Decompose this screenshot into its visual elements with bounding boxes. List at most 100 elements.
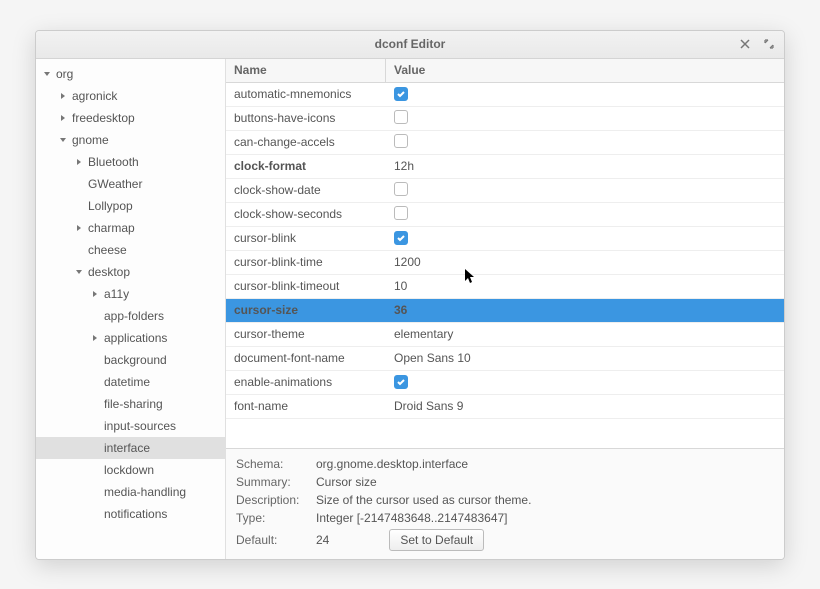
titlebar: dconf Editor: [36, 31, 784, 59]
setting-name: clock-format: [226, 159, 386, 173]
setting-row-cursor-blink-timeout[interactable]: cursor-blink-timeout10: [226, 275, 784, 299]
checkbox-unchecked-icon[interactable]: [394, 206, 408, 220]
setting-row-cursor-theme[interactable]: cursor-themeelementary: [226, 323, 784, 347]
setting-row-clock-show-date[interactable]: clock-show-date: [226, 179, 784, 203]
setting-row-automatic-mnemonics[interactable]: automatic-mnemonics: [226, 83, 784, 107]
tree-item-agronick[interactable]: agronick: [36, 85, 225, 107]
tree-item-label: interface: [104, 441, 150, 455]
chevron-right-icon[interactable]: [74, 223, 84, 233]
default-value: 24 Set to Default: [316, 529, 774, 551]
tree-item-media-handling[interactable]: media-handling: [36, 481, 225, 503]
tree-item-label: gnome: [72, 133, 109, 147]
tree-item-desktop[interactable]: desktop: [36, 261, 225, 283]
tree-item-gweather[interactable]: GWeather: [36, 173, 225, 195]
tree-item-org[interactable]: org: [36, 63, 225, 85]
tree-item-file-sharing[interactable]: file-sharing: [36, 393, 225, 415]
set-to-default-button[interactable]: Set to Default: [389, 529, 484, 551]
tree-item-lollypop[interactable]: Lollypop: [36, 195, 225, 217]
setting-value[interactable]: elementary: [386, 327, 784, 341]
column-header-name[interactable]: Name: [226, 59, 386, 82]
setting-row-clock-format[interactable]: clock-format12h: [226, 155, 784, 179]
window-title: dconf Editor: [375, 37, 446, 51]
summary-label: Summary:: [236, 475, 316, 489]
tree-item-lockdown[interactable]: lockdown: [36, 459, 225, 481]
setting-row-cursor-blink-time[interactable]: cursor-blink-time1200: [226, 251, 784, 275]
spacer-icon: [90, 399, 100, 409]
window-controls: [738, 37, 776, 51]
chevron-right-icon[interactable]: [90, 333, 100, 343]
chevron-right-icon[interactable]: [74, 157, 84, 167]
setting-row-can-change-accels[interactable]: can-change-accels: [226, 131, 784, 155]
tree-item-input-sources[interactable]: input-sources: [36, 415, 225, 437]
tree-item-cheese[interactable]: cheese: [36, 239, 225, 261]
checkbox-checked-icon[interactable]: [394, 375, 408, 389]
setting-value[interactable]: [386, 182, 784, 199]
checkbox-checked-icon[interactable]: [394, 231, 408, 245]
spacer-icon: [90, 355, 100, 365]
tree-item-label: Lollypop: [88, 199, 133, 213]
close-icon[interactable]: [738, 37, 752, 51]
chevron-right-icon[interactable]: [90, 289, 100, 299]
checkbox-checked-icon[interactable]: [394, 87, 408, 101]
spacer-icon: [90, 465, 100, 475]
setting-row-buttons-have-icons[interactable]: buttons-have-icons: [226, 107, 784, 131]
setting-row-cursor-blink[interactable]: cursor-blink: [226, 227, 784, 251]
setting-name: clock-show-date: [226, 183, 386, 197]
setting-value[interactable]: [386, 134, 784, 151]
chevron-down-icon[interactable]: [58, 135, 68, 145]
tree-item-datetime[interactable]: datetime: [36, 371, 225, 393]
spacer-icon: [90, 377, 100, 387]
setting-value[interactable]: 36: [386, 303, 784, 317]
chevron-down-icon[interactable]: [74, 267, 84, 277]
tree-item-background[interactable]: background: [36, 349, 225, 371]
setting-value[interactable]: [386, 206, 784, 223]
chevron-right-icon[interactable]: [58, 91, 68, 101]
checkbox-unchecked-icon[interactable]: [394, 182, 408, 196]
tree-item-label: Bluetooth: [88, 155, 139, 169]
spacer-icon: [74, 179, 84, 189]
main-panel: Name Value automatic-mnemonicsbuttons-ha…: [226, 59, 784, 559]
setting-value[interactable]: 10: [386, 279, 784, 293]
setting-row-clock-show-seconds[interactable]: clock-show-seconds: [226, 203, 784, 227]
tree-item-gnome[interactable]: gnome: [36, 129, 225, 151]
setting-value[interactable]: 12h: [386, 159, 784, 173]
setting-value[interactable]: Droid Sans 9: [386, 399, 784, 413]
setting-value[interactable]: [386, 87, 784, 102]
tree-item-notifications[interactable]: notifications: [36, 503, 225, 525]
tree-item-label: input-sources: [104, 419, 176, 433]
setting-value[interactable]: [386, 231, 784, 246]
setting-name: clock-show-seconds: [226, 207, 386, 221]
sidebar[interactable]: org agronick freedesktop gnome Bluetooth GWea…: [36, 59, 226, 559]
setting-value[interactable]: [386, 375, 784, 390]
tree-item-a11y[interactable]: a11y: [36, 283, 225, 305]
tree-item-label: desktop: [88, 265, 130, 279]
maximize-icon[interactable]: [762, 37, 776, 51]
setting-name: enable-animations: [226, 375, 386, 389]
setting-name: cursor-theme: [226, 327, 386, 341]
type-value: Integer [-2147483648..2147483647]: [316, 511, 774, 525]
default-number: 24: [316, 533, 329, 547]
column-header-value[interactable]: Value: [386, 59, 784, 82]
chevron-down-icon[interactable]: [42, 69, 52, 79]
tree-item-label: agronick: [72, 89, 117, 103]
tree-item-interface[interactable]: interface: [36, 437, 225, 459]
tree-item-bluetooth[interactable]: Bluetooth: [36, 151, 225, 173]
setting-name: can-change-accels: [226, 135, 386, 149]
checkbox-unchecked-icon[interactable]: [394, 134, 408, 148]
setting-row-cursor-size[interactable]: cursor-size36: [226, 299, 784, 323]
setting-row-document-font-name[interactable]: document-font-nameOpen Sans 10: [226, 347, 784, 371]
tree-item-charmap[interactable]: charmap: [36, 217, 225, 239]
tree-item-label: background: [104, 353, 167, 367]
setting-name: cursor-size: [226, 303, 386, 317]
chevron-right-icon[interactable]: [58, 113, 68, 123]
setting-row-font-name[interactable]: font-nameDroid Sans 9: [226, 395, 784, 419]
setting-value[interactable]: Open Sans 10: [386, 351, 784, 365]
tree-item-label: org: [56, 67, 73, 81]
checkbox-unchecked-icon[interactable]: [394, 110, 408, 124]
setting-value[interactable]: 1200: [386, 255, 784, 269]
setting-value[interactable]: [386, 110, 784, 127]
tree-item-applications[interactable]: applications: [36, 327, 225, 349]
tree-item-freedesktop[interactable]: freedesktop: [36, 107, 225, 129]
setting-row-enable-animations[interactable]: enable-animations: [226, 371, 784, 395]
tree-item-app-folders[interactable]: app-folders: [36, 305, 225, 327]
